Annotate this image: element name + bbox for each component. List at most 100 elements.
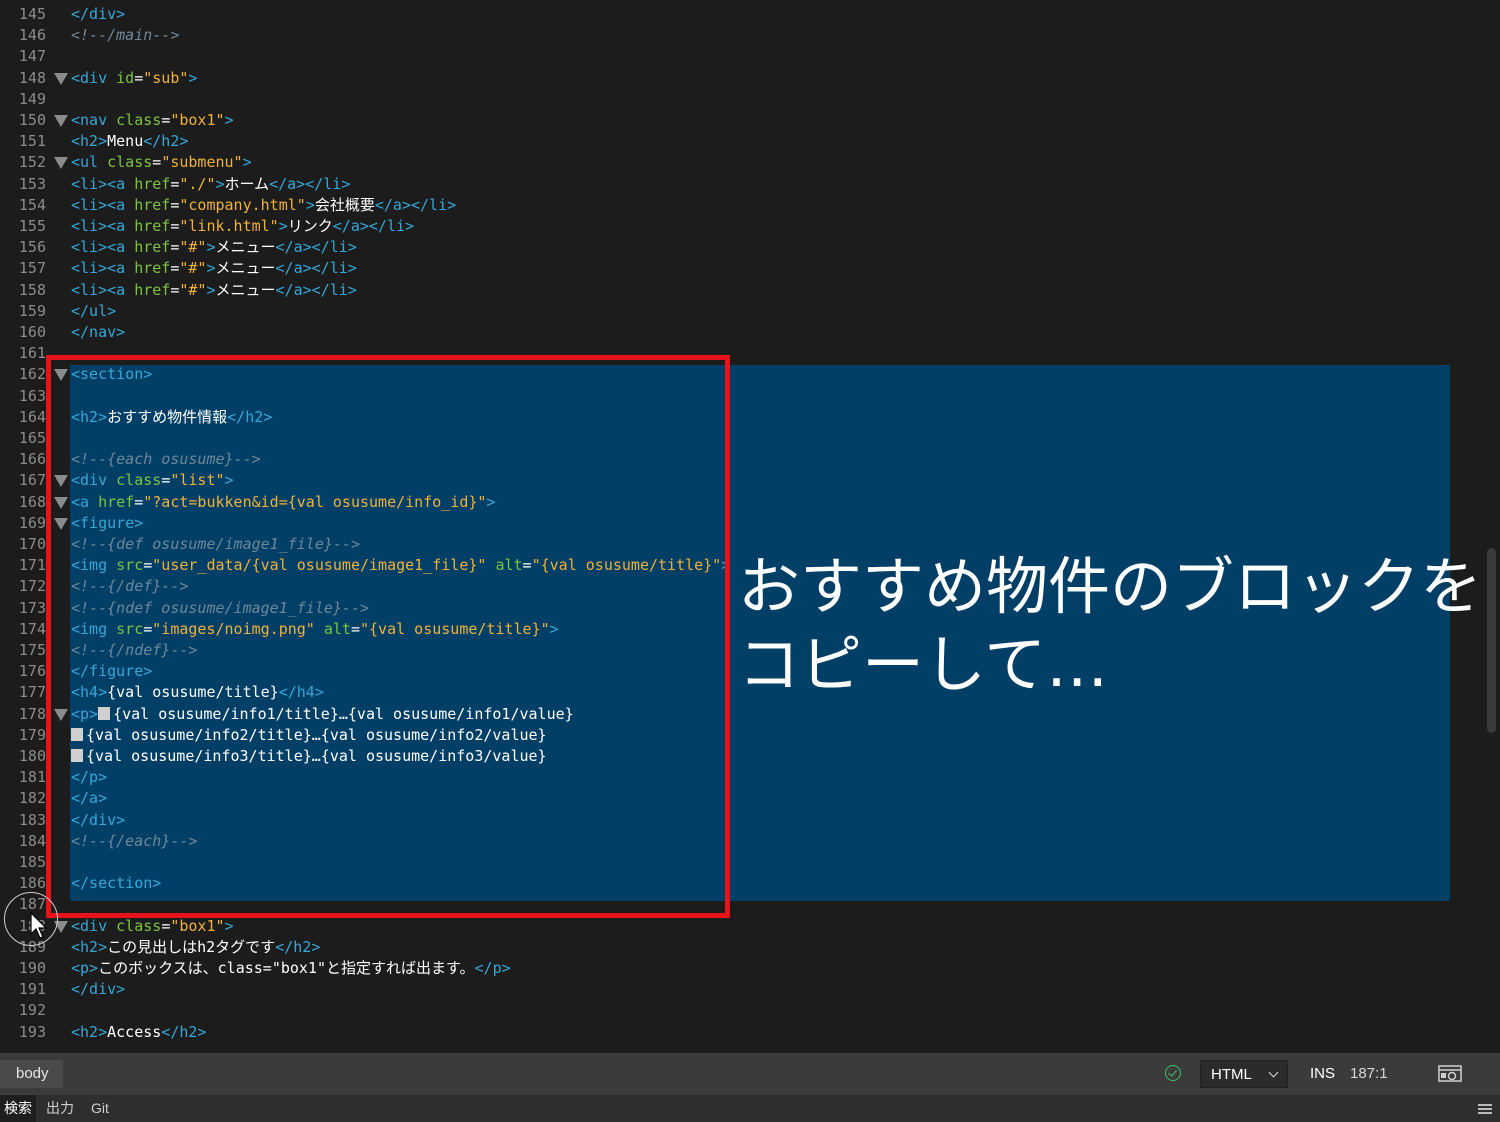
code-token: href (134, 281, 171, 299)
line-number: 178 (18, 705, 46, 723)
code-editor[interactable]: 145 146 147 148 149 150 151 152 153 154 155 156 157 1… (0, 0, 1500, 1053)
line-number: 159 (18, 302, 46, 320)
line-number: 171 (18, 556, 46, 574)
code-token: "link.html" (179, 217, 279, 235)
line-number: 192 (18, 1001, 46, 1019)
code-token: "./" (179, 175, 216, 193)
line-number: 153 (18, 175, 46, 193)
cursor-position: 187:1 (1350, 1065, 1388, 1082)
code-line: <li><a href="company.html">会社概要</a></li> (71, 195, 456, 216)
line-number: 168 (18, 493, 46, 511)
tab-git[interactable]: Git (91, 1095, 109, 1122)
code-line: <ul class="submenu"> (71, 152, 252, 173)
code-token: "company.html" (179, 196, 306, 214)
code-line: <li><a href="#">メニュー</a></li> (71, 237, 357, 258)
tag-breadcrumb[interactable]: body (0, 1060, 63, 1088)
code-token: <ul (71, 153, 108, 171)
line-number: 173 (18, 599, 46, 617)
code-token: 会社概要 (314, 196, 375, 214)
line-number: 156 (18, 238, 46, 256)
code-line: <div id="sub"> (71, 68, 197, 89)
line-number: 181 (18, 768, 46, 786)
fold-toggle-icon[interactable] (54, 157, 68, 169)
line-number: 179 (18, 726, 46, 744)
tab-search[interactable]: 検索 (0, 1095, 36, 1122)
vertical-scrollbar[interactable] (1487, 548, 1496, 733)
line-number: 172 (18, 577, 46, 595)
code-token: > (224, 917, 234, 935)
code-line: <h2>この見出しはh2タグです</h2> (71, 937, 320, 958)
check-circle-icon[interactable] (1165, 1065, 1181, 1081)
code-token: href (134, 217, 171, 235)
code-token: ホーム (224, 175, 270, 193)
line-number: 186 (18, 874, 46, 892)
code-line: </div> (71, 979, 125, 1000)
code-token: この見出しはh2タグです (107, 938, 276, 956)
line-number: 155 (18, 217, 46, 235)
code-token: href (134, 238, 171, 256)
code-token: > (224, 111, 234, 129)
code-token: リンク (287, 217, 333, 235)
code-token: <li><a (71, 217, 135, 235)
line-number: 165 (18, 429, 46, 447)
line-number: 151 (18, 132, 46, 150)
code-token: </a></li> (374, 196, 457, 214)
code-token: <p> (71, 959, 99, 977)
code-token: = (152, 153, 162, 171)
code-token: href (134, 259, 171, 277)
line-number: 174 (18, 620, 46, 638)
line-number: 157 (18, 259, 46, 277)
code-token: > (206, 238, 216, 256)
live-preview-icon[interactable] (1438, 1065, 1462, 1084)
code-token: = (161, 917, 171, 935)
code-token: = (134, 69, 144, 87)
code-token: このボックスは、class="box1"と指定すれば出ます。 (98, 959, 475, 977)
line-number: 160 (18, 323, 46, 341)
code-token: メニュー (215, 238, 276, 256)
line-number: 161 (18, 344, 46, 362)
code-line: </nav> (71, 322, 125, 343)
insert-mode-indicator[interactable]: INS (1310, 1060, 1335, 1088)
fold-toggle-icon[interactable] (54, 73, 68, 85)
line-number: 148 (18, 69, 46, 87)
line-number: 167 (18, 471, 46, 489)
code-token: </a></li> (275, 259, 357, 277)
line-number: 152 (18, 153, 46, 171)
code-token: = (161, 111, 171, 129)
line-number: 185 (18, 853, 46, 871)
language-selector[interactable]: HTML (1200, 1060, 1288, 1088)
hamburger-menu-icon[interactable] (1478, 1104, 1492, 1114)
line-number: 183 (18, 811, 46, 829)
line-number: 184 (18, 832, 46, 850)
code-token: > (278, 217, 288, 235)
code-token: <div (71, 917, 117, 935)
code-line: <li><a href="#">メニュー</a></li> (71, 280, 357, 301)
code-token: <div (71, 69, 117, 87)
line-number: 177 (18, 683, 46, 701)
code-token: <h2> (71, 938, 108, 956)
line-number: 146 (18, 26, 46, 44)
code-token: メニュー (215, 259, 276, 277)
code-token: class (116, 111, 162, 129)
line-number: 175 (18, 641, 46, 659)
line-number: 158 (18, 281, 46, 299)
tab-output[interactable]: 出力 (46, 1095, 74, 1122)
line-number: 150 (18, 111, 46, 129)
line-number: 170 (18, 535, 46, 553)
code-line: <li><a href="./">ホーム</a></li> (71, 174, 350, 195)
line-number: 149 (18, 90, 46, 108)
code-line: <h2>Access</h2> (71, 1022, 206, 1043)
code-token: "submenu" (161, 153, 243, 171)
line-number: 166 (18, 450, 46, 468)
line-number: 180 (18, 747, 46, 765)
code-token: <li><a (71, 196, 135, 214)
code-token: </div> (71, 5, 126, 23)
code-token: > (215, 175, 225, 193)
mouse-pointer-icon (30, 912, 48, 939)
line-number: 163 (18, 387, 46, 405)
code-line: <p>このボックスは、class="box1"と指定すれば出ます。</p> (71, 958, 511, 979)
code-token: </a></li> (269, 175, 351, 193)
code-token: Menu (107, 132, 144, 150)
fold-toggle-icon[interactable] (54, 115, 68, 127)
code-line: <h2>Menu</h2> (71, 131, 188, 152)
